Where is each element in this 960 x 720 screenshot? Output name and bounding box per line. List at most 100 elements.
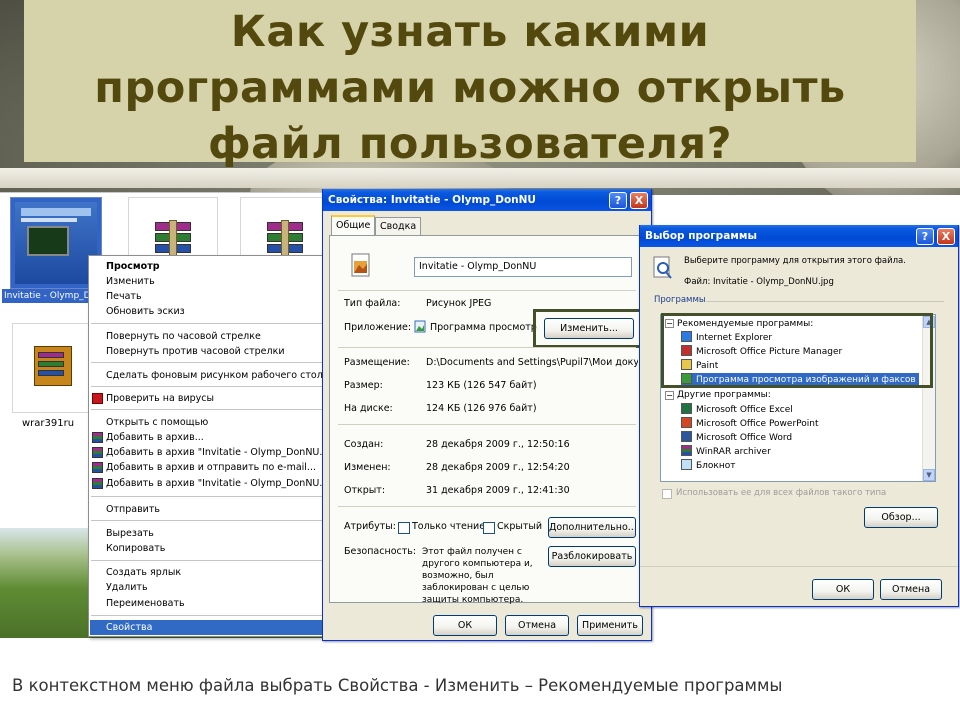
menu-item-add-to-archive[interactable]: Добавить в архив... xyxy=(90,430,324,445)
menu-item-scan-viruses[interactable]: Проверить на вирусы xyxy=(90,391,324,406)
menu-separator xyxy=(91,520,323,521)
properties-titlebar[interactable]: Свойства: Invitatie - Olymp_DonNU xyxy=(323,189,651,211)
menu-item-cut[interactable]: Вырезать xyxy=(90,526,324,541)
menu-item-label: Копировать xyxy=(106,543,166,554)
hidden-label[interactable]: Скрытый xyxy=(497,521,542,532)
archive-file-thumbnail-2[interactable] xyxy=(240,197,328,263)
menu-item-set-desktop-background[interactable]: Сделать фоновым рисунком рабочего стола xyxy=(90,368,324,383)
menu-item-copy[interactable]: Копировать xyxy=(90,541,324,556)
menu-item-view[interactable]: Просмотр xyxy=(90,259,324,274)
winrar-installer-icon xyxy=(34,346,72,386)
menu-item-edit[interactable]: Изменить xyxy=(90,274,324,289)
menu-item-label: Отправить xyxy=(106,504,160,515)
ok-button[interactable]: ОК xyxy=(433,615,497,636)
collapse-toggle[interactable]: − xyxy=(665,391,674,400)
menu-item-open-with[interactable]: Открыть с помощью xyxy=(90,415,324,430)
menu-item-label: Сделать фоновым рисунком рабочего стола xyxy=(106,370,324,381)
open-with-file-name: Файл: Invitatie - Olymp_DonNU.jpg xyxy=(684,277,834,287)
accessed-value: 31 декабря 2009 г., 12:41:30 xyxy=(426,485,570,496)
menu-separator xyxy=(91,323,323,324)
open-with-dialog: Выбор программы ? X Выберите программу д… xyxy=(639,225,959,607)
general-tab-panel: Invitatie - Olymp_DonNU Тип файла: Рисун… xyxy=(329,235,645,606)
programs-label: Программы xyxy=(654,295,706,305)
unblock-button[interactable]: Разблокировать xyxy=(548,546,636,567)
menu-item-rotate-counterclockwise[interactable]: Повернуть против часовой стрелки xyxy=(90,344,324,359)
advanced-button[interactable]: Дополнительно... xyxy=(548,517,636,538)
slide-title-line-2: программами можно открыть xyxy=(94,63,846,113)
selected-file-label[interactable]: Invitatie - Olymp_Do xyxy=(2,289,102,303)
menu-item-archive-named-and-email[interactable]: Добавить в архив "Invitatie - Olymp_DonN… xyxy=(90,476,324,491)
program-item-winrar[interactable]: WinRAR archiver xyxy=(681,445,771,459)
help-button[interactable]: ? xyxy=(609,192,627,209)
image-thumbnail xyxy=(15,202,97,284)
program-label: Microsoft Office Word xyxy=(696,433,793,443)
menu-item-label: Просмотр xyxy=(106,261,160,272)
menu-item-label: Вырезать xyxy=(106,528,154,539)
location-label: Размещение: xyxy=(344,357,410,368)
menu-item-send-to[interactable]: Отправить xyxy=(90,502,324,517)
menu-item-refresh-thumbnail[interactable]: Обновить эскиз xyxy=(90,304,324,319)
tab-summary[interactable]: Сводка xyxy=(375,217,422,235)
menu-item-label: Добавить в архив "Invitatie - Olymp_DonN… xyxy=(106,447,324,458)
menu-item-label: Удалить xyxy=(106,582,148,593)
program-item-word[interactable]: Microsoft Office Word xyxy=(681,431,792,445)
open-with-instruction: Выберите программу для открытия этого фа… xyxy=(684,256,906,266)
security-message: Этот файл получен с другого компьютера и… xyxy=(422,546,533,606)
security-line: Этот файл получен с xyxy=(422,547,522,557)
menu-item-properties[interactable]: Свойства xyxy=(90,620,324,635)
menu-item-create-shortcut[interactable]: Создать ярлык xyxy=(90,565,324,580)
file-type-label: Тип файла: xyxy=(344,298,401,309)
size-label: Размер: xyxy=(344,380,383,391)
program-item-notepad[interactable]: Блокнот xyxy=(681,459,736,473)
menu-separator xyxy=(91,386,323,387)
cancel-button[interactable]: Отмена xyxy=(880,579,942,600)
hidden-checkbox[interactable] xyxy=(483,522,495,534)
created-label: Создан: xyxy=(344,439,384,450)
menu-item-rename[interactable]: Переименовать xyxy=(90,596,324,611)
context-menu: Просмотр Изменить Печать Обновить эскиз … xyxy=(88,255,326,637)
kaspersky-icon xyxy=(92,393,103,404)
menu-item-delete[interactable]: Удалить xyxy=(90,580,324,595)
slide-title-line-1: Как узнать какими xyxy=(230,7,710,57)
slide-title-line-3: файл пользователя? xyxy=(207,119,733,169)
menu-item-rotate-clockwise[interactable]: Повернуть по часовой стрелке xyxy=(90,329,324,344)
archive-file-thumbnail-1[interactable] xyxy=(128,197,218,263)
always-use-checkbox[interactable] xyxy=(662,489,672,499)
winrar-icon xyxy=(681,445,692,456)
menu-item-archive-and-email[interactable]: Добавить в архив и отправить по e-mail..… xyxy=(90,460,324,475)
menu-item-label: Добавить в архив... xyxy=(106,432,204,443)
scroll-down-arrow[interactable]: ▼ xyxy=(923,469,935,481)
program-item-excel[interactable]: Microsoft Office Excel xyxy=(681,403,793,417)
readonly-label[interactable]: Только чтение xyxy=(412,521,485,532)
menu-item-label: Открыть с помощью xyxy=(106,417,209,428)
browse-button[interactable]: Обзор... xyxy=(864,507,938,528)
word-icon xyxy=(681,431,692,442)
tab-general[interactable]: Общие xyxy=(331,215,376,235)
open-with-titlebar[interactable]: Выбор программы xyxy=(640,225,958,247)
winrar-icon xyxy=(92,462,103,473)
close-button[interactable]: X xyxy=(630,192,648,209)
modified-label: Изменен: xyxy=(344,462,391,473)
open-with-title: Выбор программы xyxy=(645,230,757,242)
always-use-label[interactable]: Использовать ее для всех файлов такого т… xyxy=(676,488,886,498)
menu-item-print[interactable]: Печать xyxy=(90,289,324,304)
divider xyxy=(338,424,636,425)
powerpoint-icon xyxy=(681,417,692,428)
thumbnail-screen-graphic xyxy=(27,226,69,256)
close-button[interactable]: X xyxy=(937,228,955,245)
help-button[interactable]: ? xyxy=(916,228,934,245)
apply-button[interactable]: Применить xyxy=(577,615,643,636)
properties-title: Свойства: Invitatie - Olymp_DonNU xyxy=(328,194,536,206)
readonly-checkbox[interactable] xyxy=(398,522,410,534)
menu-separator xyxy=(91,615,323,616)
winrar-icon xyxy=(92,478,103,489)
application-value: Программа просмотр... xyxy=(430,322,538,333)
file-name-field[interactable]: Invitatie - Olymp_DonNU xyxy=(414,257,632,277)
menu-item-add-to-named-archive[interactable]: Добавить в архив "Invitatie - Olymp_DonN… xyxy=(90,445,324,460)
program-item-powerpoint[interactable]: Microsoft Office PowerPoint xyxy=(681,417,819,431)
highlight-frame xyxy=(661,313,933,388)
ok-button[interactable]: ОК xyxy=(812,579,874,600)
size-value: 123 КБ (126 547 байт) xyxy=(426,380,537,391)
cancel-button[interactable]: Отмена xyxy=(505,615,569,636)
installer-file-label[interactable]: wrar391ru xyxy=(22,418,74,429)
